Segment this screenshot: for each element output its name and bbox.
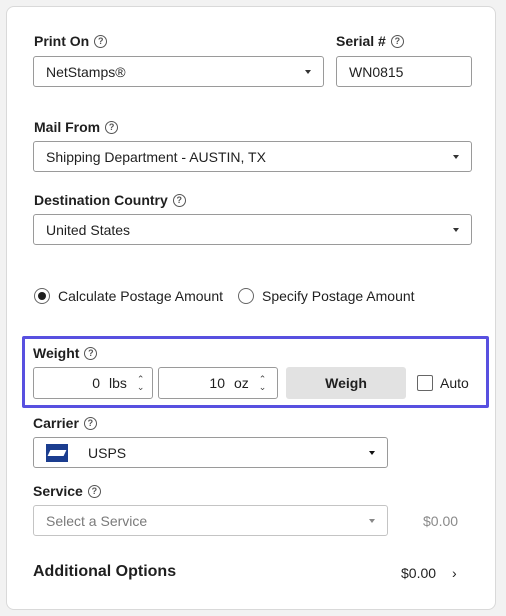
help-icon[interactable]: ? (83, 416, 97, 430)
additional-options-row[interactable]: $0.00 › (401, 565, 457, 581)
destination-country-select[interactable]: United States (33, 214, 472, 245)
service-select[interactable]: Select a Service (33, 505, 388, 536)
weight-label: Weight ? (33, 345, 98, 361)
caret-down-icon (369, 450, 375, 455)
radio-selected-icon[interactable] (34, 288, 50, 304)
calculate-postage-option[interactable]: Calculate Postage Amount (34, 288, 223, 304)
weigh-button[interactable]: Weigh (286, 367, 406, 399)
specify-postage-option[interactable]: Specify Postage Amount (238, 288, 415, 304)
caret-down-icon (453, 227, 459, 232)
mail-from-select[interactable]: Shipping Department - AUSTIN, TX (33, 141, 472, 172)
lbs-stepper[interactable]: ⌃ ⌄ (137, 375, 145, 392)
help-icon[interactable]: ? (87, 484, 101, 498)
help-icon[interactable]: ? (105, 120, 119, 134)
help-icon[interactable]: ? (172, 193, 186, 207)
chevron-down-icon[interactable]: ⌄ (137, 383, 145, 392)
destination-country-label: Destination Country ? (34, 192, 186, 208)
help-icon[interactable]: ? (94, 34, 108, 48)
additional-options-title[interactable]: Additional Options (33, 563, 176, 581)
auto-checkbox[interactable] (417, 375, 433, 391)
postage-mode-group: Calculate Postage Amount Specify Postage… (34, 288, 415, 304)
serial-input[interactable]: WN0815 (336, 56, 472, 87)
chevron-down-icon[interactable]: ⌄ (259, 383, 267, 392)
weight-lbs-input[interactable]: 0 lbs ⌃ ⌄ (33, 367, 153, 399)
carrier-select[interactable]: USPS (33, 437, 388, 468)
service-price: $0.00 (423, 513, 459, 529)
usps-eagle-logo (46, 443, 68, 462)
carrier-label: Carrier ? (33, 415, 97, 431)
caret-down-icon (453, 154, 459, 159)
auto-checkbox-group[interactable]: Auto (417, 375, 469, 391)
caret-down-icon (369, 518, 375, 523)
mail-from-label: Mail From ? (34, 119, 119, 135)
weight-oz-input[interactable]: 10 oz ⌃ ⌄ (158, 367, 278, 399)
help-icon[interactable]: ? (390, 34, 404, 48)
help-icon[interactable]: ? (84, 346, 98, 360)
print-on-label: Print On ? (34, 33, 108, 49)
oz-stepper[interactable]: ⌃ ⌄ (259, 375, 267, 392)
service-label: Service ? (33, 483, 101, 499)
radio-unselected-icon[interactable] (238, 288, 254, 304)
caret-down-icon (305, 69, 311, 74)
serial-label: Serial # ? (336, 33, 404, 49)
chevron-right-icon[interactable]: › (452, 565, 457, 581)
print-on-select[interactable]: NetStamps® (33, 56, 324, 87)
